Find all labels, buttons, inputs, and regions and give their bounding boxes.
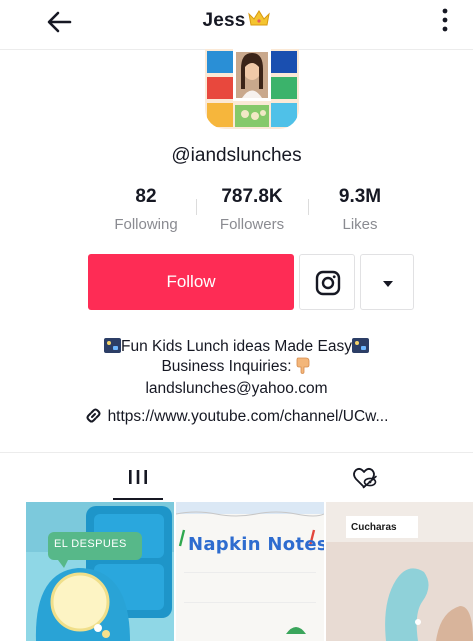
sparkle-image-icon <box>351 338 369 353</box>
tab-videos[interactable] <box>0 453 236 501</box>
profile-bio: Fun Kids Lunch ideas Made Easy Business … <box>0 337 473 399</box>
link-icon <box>86 408 101 423</box>
instagram-button[interactable] <box>299 254 355 310</box>
point-down-icon <box>294 357 312 380</box>
selected-tab-indicator <box>113 498 163 500</box>
top-bar: Jess <box>0 0 473 50</box>
more-vertical-icon <box>442 8 448 32</box>
crown-icon <box>247 9 271 33</box>
following-count: 82 <box>135 186 157 207</box>
grid-videos-icon <box>129 470 147 484</box>
bio-line-1: Fun Kids Lunch ideas Made Easy <box>0 337 473 357</box>
profile-link[interactable]: https://www.youtube.com/channel/UCw... <box>0 407 473 426</box>
tab-liked-videos[interactable] <box>236 453 473 501</box>
page-title: Jess <box>0 9 473 33</box>
suggested-accounts-button[interactable] <box>360 254 414 310</box>
video-grid: EL DESPUES Napkin Notes Cucharas <box>26 502 473 641</box>
avatar[interactable] <box>205 49 299 129</box>
followers-label: Followers <box>219 216 285 233</box>
video-caption: EL DESPUES <box>54 538 127 550</box>
bio-line-2: Business Inquiries: <box>0 357 473 380</box>
follow-button[interactable]: Follow <box>88 254 294 310</box>
stat-following[interactable]: 82 Following <box>96 186 196 233</box>
following-label: Following <box>114 216 178 233</box>
profile-handle: @iandslunches <box>171 145 302 166</box>
profile-name: Jess <box>202 10 246 31</box>
caret-down-icon <box>383 281 393 287</box>
more-options-button[interactable] <box>436 5 454 35</box>
likes-label: Likes <box>342 216 378 233</box>
stat-likes[interactable]: 9.3M Likes <box>310 186 410 233</box>
bio-email: landslunches@yahoo.com <box>145 380 328 397</box>
video-thumbnail[interactable]: EL DESPUES <box>26 502 174 641</box>
profile-stats: 82 Following 787.8K Followers 9.3M Likes <box>96 186 396 236</box>
stat-followers[interactable]: 787.8K Followers <box>202 186 302 233</box>
video-thumbnail[interactable]: Cucharas <box>326 502 473 641</box>
instagram-icon <box>315 270 341 296</box>
stat-divider <box>308 199 309 215</box>
video-caption: Napkin Notes <box>188 534 324 555</box>
liked-hidden-icon <box>353 467 377 489</box>
video-thumbnail[interactable]: Napkin Notes <box>176 502 324 641</box>
content-tabs <box>0 452 473 500</box>
followers-count: 787.8K <box>221 186 283 207</box>
profile-link-text: https://www.youtube.com/channel/UCw... <box>107 408 389 425</box>
stat-divider <box>196 199 197 215</box>
sparkle-image-icon <box>104 338 122 353</box>
likes-count: 9.3M <box>338 186 382 207</box>
video-caption: Cucharas <box>351 522 397 533</box>
